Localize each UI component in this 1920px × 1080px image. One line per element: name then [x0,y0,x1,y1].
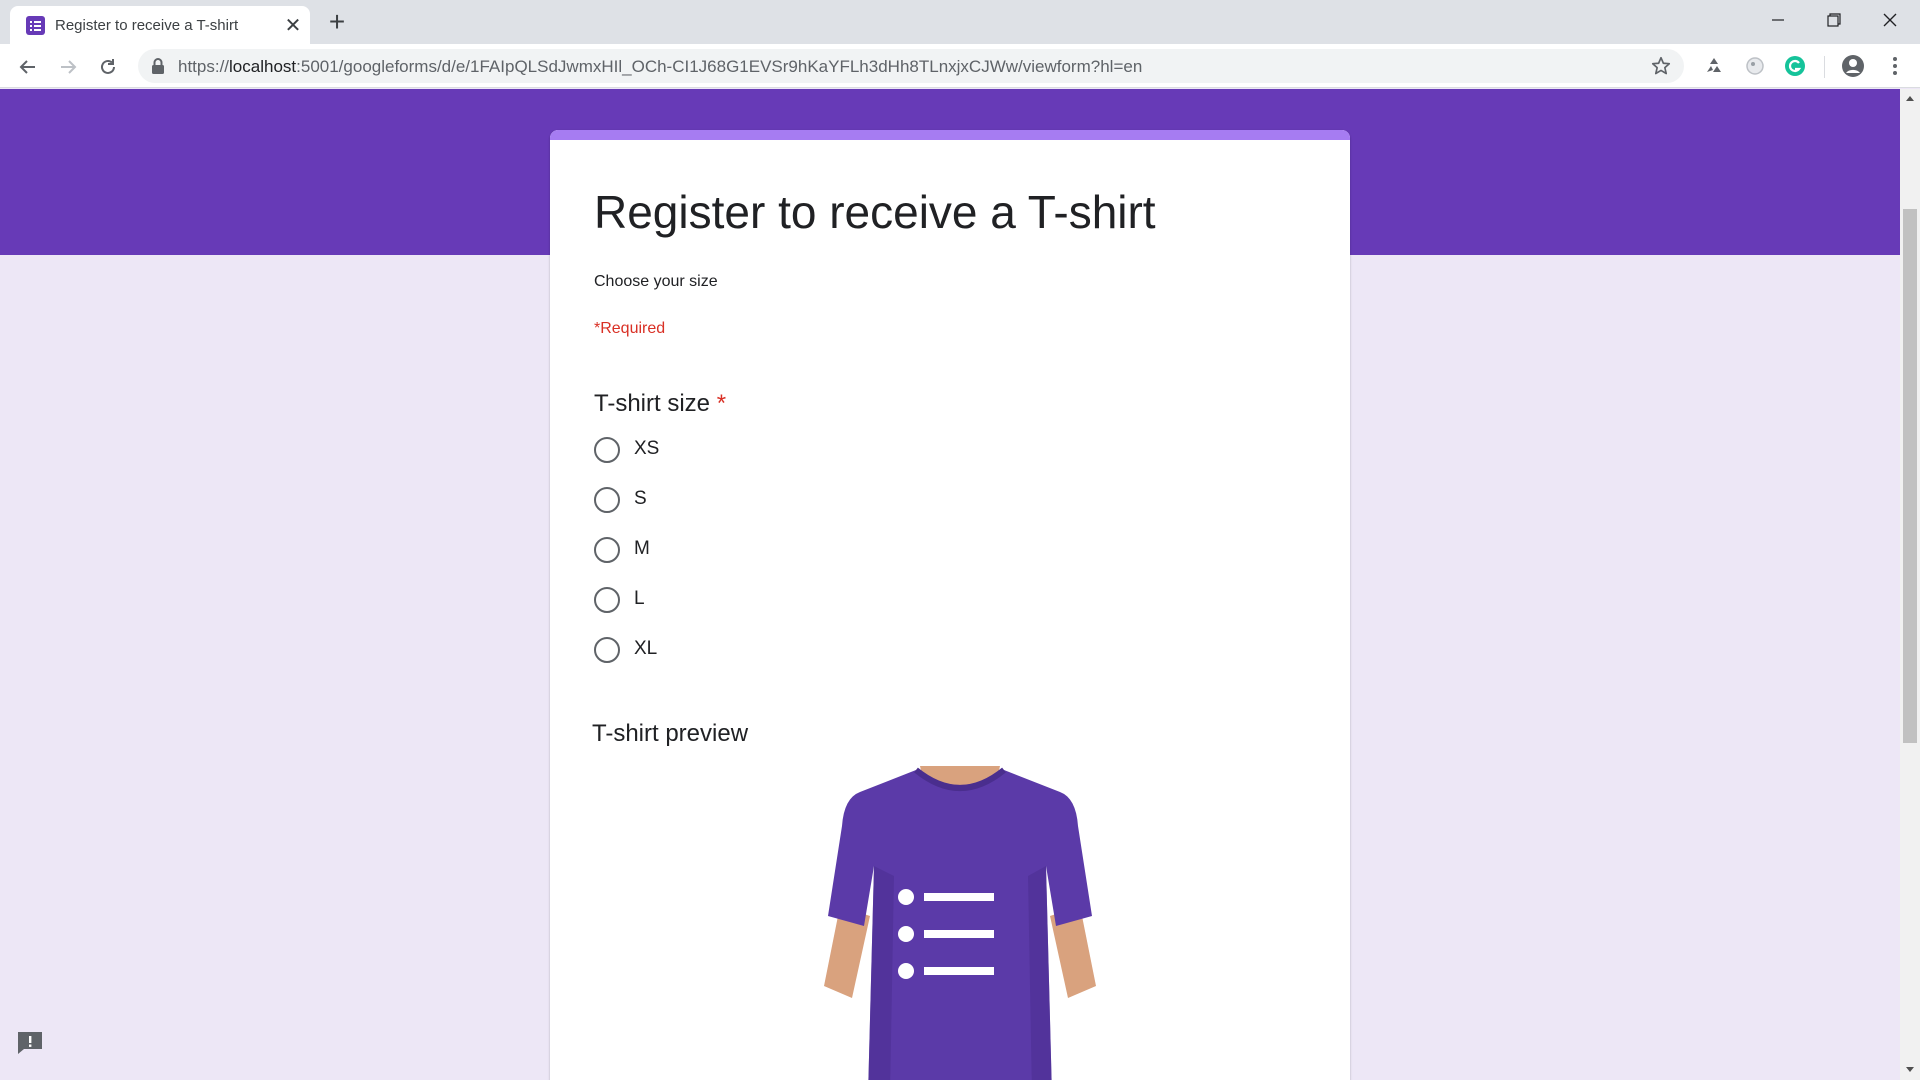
url-scheme: https:// [178,57,230,76]
option-label: L [634,588,645,609]
tshirt-image [810,766,1110,1080]
size-option-m[interactable]: M [594,530,894,570]
radio-button[interactable] [594,637,620,663]
required-asterisk: * [716,390,727,417]
size-option-s[interactable]: S [594,480,894,520]
address-bar[interactable]: https://localhost:5001/googleforms/d/e/1… [138,49,1684,83]
scroll-thumb[interactable] [1903,209,1917,743]
restore-icon[interactable] [1806,0,1862,40]
lock-icon [151,58,165,79]
url-path: :5001/googleforms/d/e/1FAIpQLSdJwmxHIl_O… [296,57,1143,76]
tab-title: Register to receive a T-shirt [55,17,239,34]
star-icon[interactable] [1650,55,1672,82]
option-label: S [634,488,647,509]
radio-button[interactable] [594,587,620,613]
preview-title: T-shirt preview [592,720,749,747]
tab-close-icon[interactable]: ✕ [282,14,304,37]
card-accent-bar [550,130,1350,140]
close-window-icon[interactable] [1862,0,1918,40]
new-tab-button[interactable]: + [322,6,352,37]
question-title-text: T-shirt size [594,390,711,417]
required-note: *Required [594,320,666,337]
minimize-icon[interactable] [1750,0,1806,40]
profile-icon[interactable] [1841,54,1865,78]
radio-button[interactable] [594,537,620,563]
back-icon[interactable] [12,51,44,83]
reload-icon[interactable] [92,51,124,83]
form-title: Register to receive a T-shirt [594,186,1156,238]
feedback-icon[interactable] [16,1030,44,1056]
page-scrollbar[interactable] [1900,89,1920,1080]
option-label: M [634,538,650,559]
grammarly-icon[interactable] [1783,54,1807,78]
form-description: Choose your size [594,273,718,290]
form-favicon-icon [26,16,45,35]
recycle-extension-icon[interactable] [1702,54,1726,78]
radio-button[interactable] [594,487,620,513]
browser-toolbar: https://localhost:5001/googleforms/d/e/1… [0,44,1920,88]
option-label: XS [634,438,660,459]
size-option-xl[interactable]: XL [594,630,894,670]
scroll-up-icon[interactable] [1900,89,1920,106]
form-page: Register to receive a T-shirt Choose you… [0,89,1900,1080]
forward-icon[interactable] [52,51,84,83]
scroll-down-icon[interactable] [1900,1061,1920,1078]
size-option-l[interactable]: L [594,580,894,620]
size-option-xs[interactable]: XS [594,430,894,470]
tab-strip: Register to receive a T-shirt ✕ + [0,0,1920,44]
extension-icon[interactable] [1743,54,1767,78]
form-card: Register to receive a T-shirt Choose you… [550,130,1350,1080]
url-text[interactable]: https://localhost:5001/googleforms/d/e/1… [178,57,1142,77]
menu-dots-icon[interactable] [1883,54,1907,78]
radio-button[interactable] [594,437,620,463]
browser-tab[interactable]: Register to receive a T-shirt ✕ [10,6,310,44]
url-host: localhost [229,57,297,76]
option-label: XL [634,638,658,659]
toolbar-separator [1824,56,1825,78]
question-title: T-shirt size * [594,390,726,418]
